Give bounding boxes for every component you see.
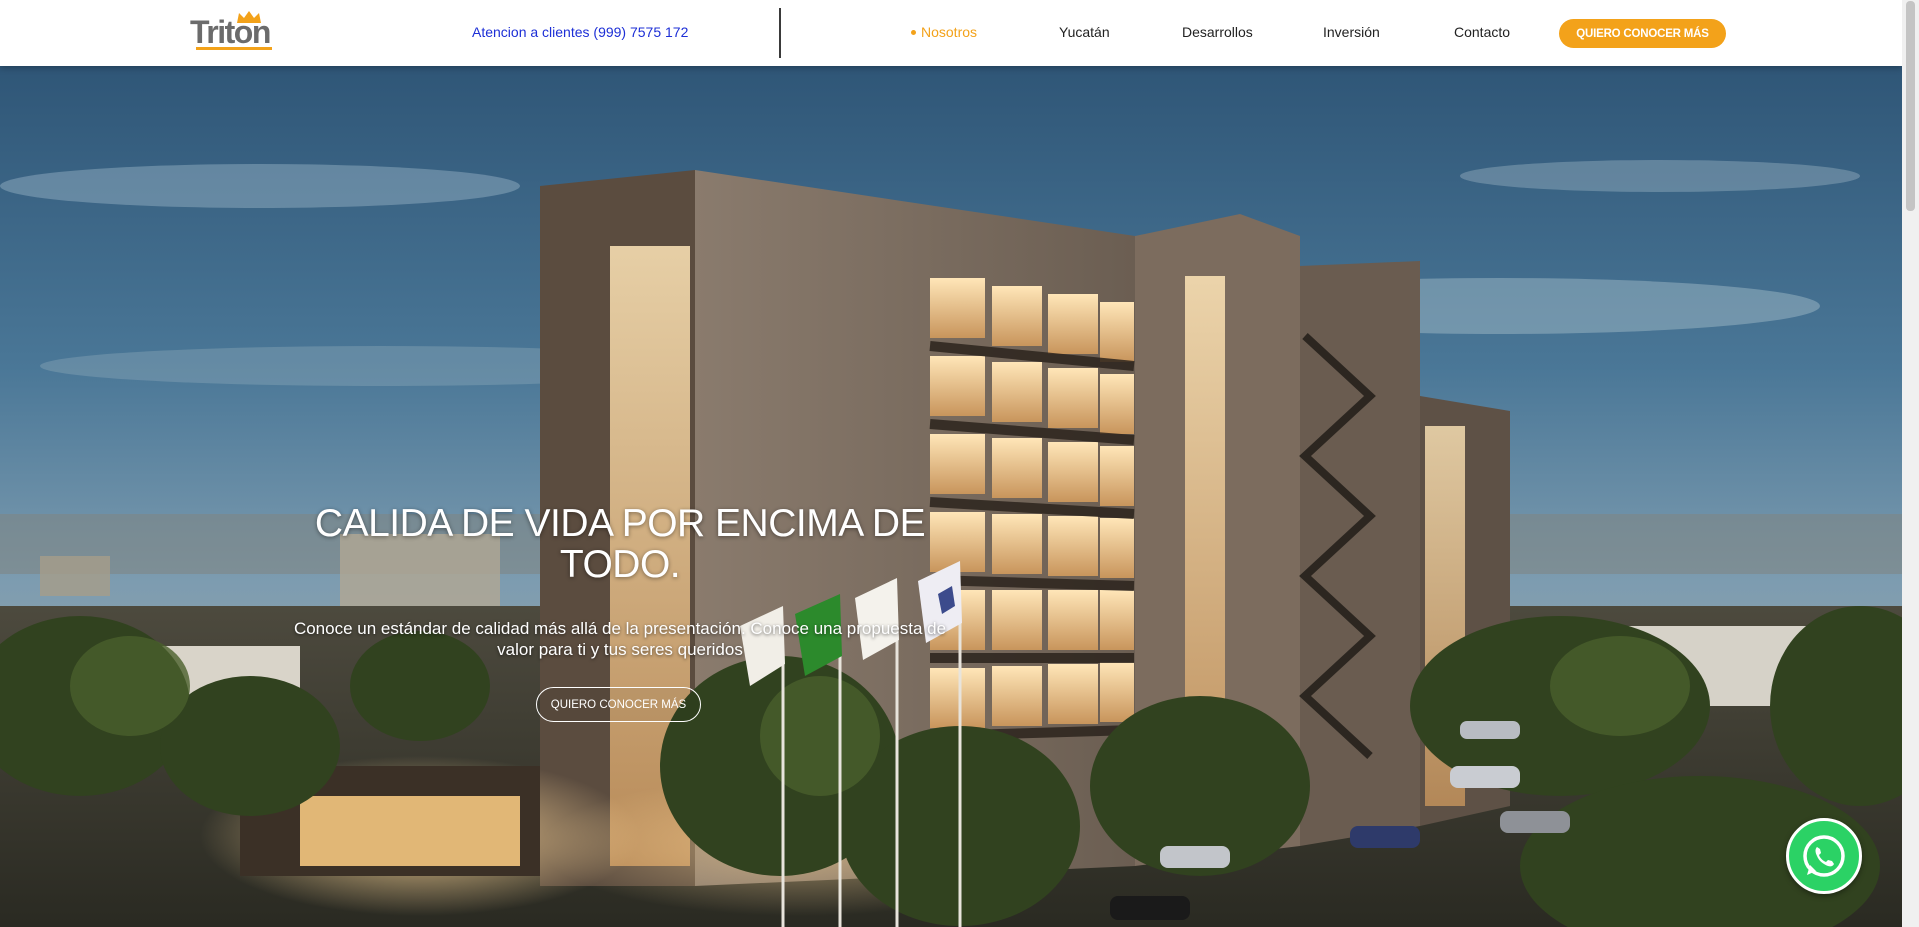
hero-section: CALIDA DE VIDA POR ENCIMA DE TODO. Conoc… — [0, 66, 1902, 927]
hero-cta-button[interactable]: QUIERO CONOCER MÁS — [536, 687, 701, 722]
nav-label: Yucatán — [1059, 24, 1110, 40]
customer-service-phone-link[interactable]: Atencion a clientes (999) 7575 172 — [472, 24, 688, 40]
nav-item-contacto[interactable]: Contacto — [1454, 24, 1510, 40]
nav-label: Desarrollos — [1182, 24, 1253, 40]
hero-background-image — [0, 66, 1902, 927]
crown-icon — [237, 11, 261, 23]
nav-label: Inversión — [1323, 24, 1380, 40]
logo-underline — [196, 47, 272, 50]
whatsapp-icon — [1803, 835, 1845, 877]
whatsapp-button[interactable] — [1786, 818, 1862, 894]
header-divider — [779, 8, 781, 58]
hero-subtitle: Conoce un estándar de calidad más allá d… — [293, 619, 947, 659]
nav-item-nosotros[interactable]: Nosotros — [911, 24, 977, 40]
nav-item-inversion[interactable]: Inversión — [1323, 24, 1380, 40]
nav-label: Nosotros — [921, 24, 978, 40]
page-scrollbar[interactable] — [1902, 0, 1919, 927]
hero-title: CALIDA DE VIDA POR ENCIMA DE TODO. — [314, 502, 926, 586]
active-dot-icon — [911, 29, 916, 35]
triton-logo[interactable]: Triton — [188, 10, 280, 54]
header-cta-button[interactable]: QUIERO CONOCER MÁS — [1559, 19, 1726, 48]
site-header: Triton Atencion a clientes (999) 7575 17… — [0, 0, 1902, 66]
nav-item-desarrollos[interactable]: Desarrollos — [1182, 24, 1253, 40]
nav-label: Contacto — [1454, 24, 1511, 40]
nav-item-yucatan[interactable]: Yucatán — [1059, 24, 1110, 40]
scrollbar-thumb[interactable] — [1906, 1, 1915, 211]
